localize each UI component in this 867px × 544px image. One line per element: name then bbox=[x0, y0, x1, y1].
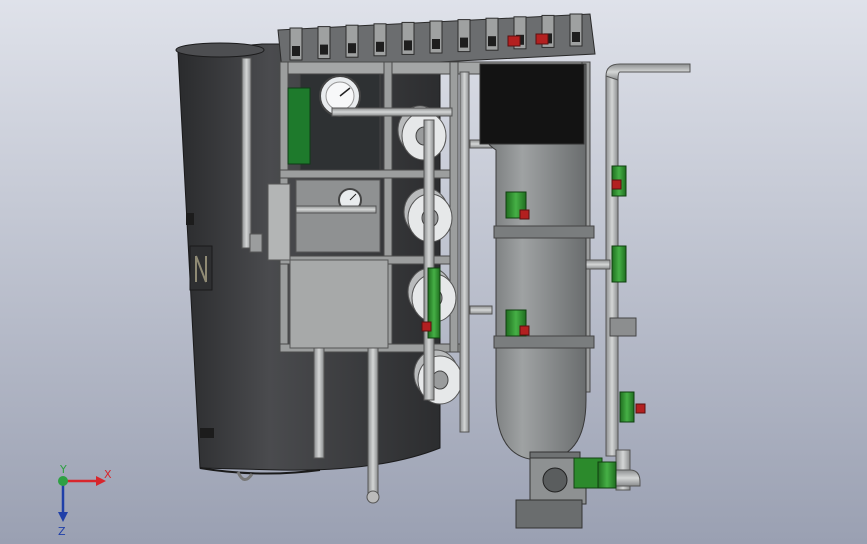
assembly-render[interactable]: X Y Z bbox=[0, 0, 867, 544]
grille-slot bbox=[488, 36, 496, 47]
grille-slot bbox=[376, 41, 384, 52]
red-valve-handle bbox=[519, 325, 530, 336]
grille-slot bbox=[348, 43, 356, 54]
green-valve bbox=[611, 245, 627, 283]
top-valve-handle[interactable] bbox=[535, 33, 549, 45]
red-valve-handle bbox=[421, 321, 432, 332]
grille-slot bbox=[404, 40, 412, 51]
green-valve bbox=[597, 461, 617, 489]
red-valve-handle bbox=[519, 209, 530, 220]
grille-slot bbox=[460, 37, 468, 48]
grille-slot bbox=[432, 39, 440, 49]
red-valve-handle bbox=[635, 403, 646, 414]
mounting-bracket bbox=[609, 317, 637, 337]
vessel-top-cap bbox=[479, 63, 585, 145]
y-axis-label: Y bbox=[59, 463, 67, 476]
green-electrical-box[interactable] bbox=[287, 87, 311, 165]
x-axis-label: X bbox=[104, 468, 112, 481]
grille-slot bbox=[320, 44, 328, 55]
grille-slot bbox=[292, 46, 300, 56]
red-valve-handle bbox=[611, 179, 622, 190]
pressure-vessel[interactable] bbox=[479, 63, 595, 477]
grille-slot bbox=[572, 32, 580, 42]
z-axis-label: Z bbox=[58, 525, 66, 538]
cad-viewport[interactable]: X Y Z bbox=[0, 0, 867, 544]
top-valve-handle[interactable] bbox=[507, 35, 521, 47]
green-valve bbox=[619, 391, 635, 423]
y-axis-marker bbox=[58, 476, 68, 486]
